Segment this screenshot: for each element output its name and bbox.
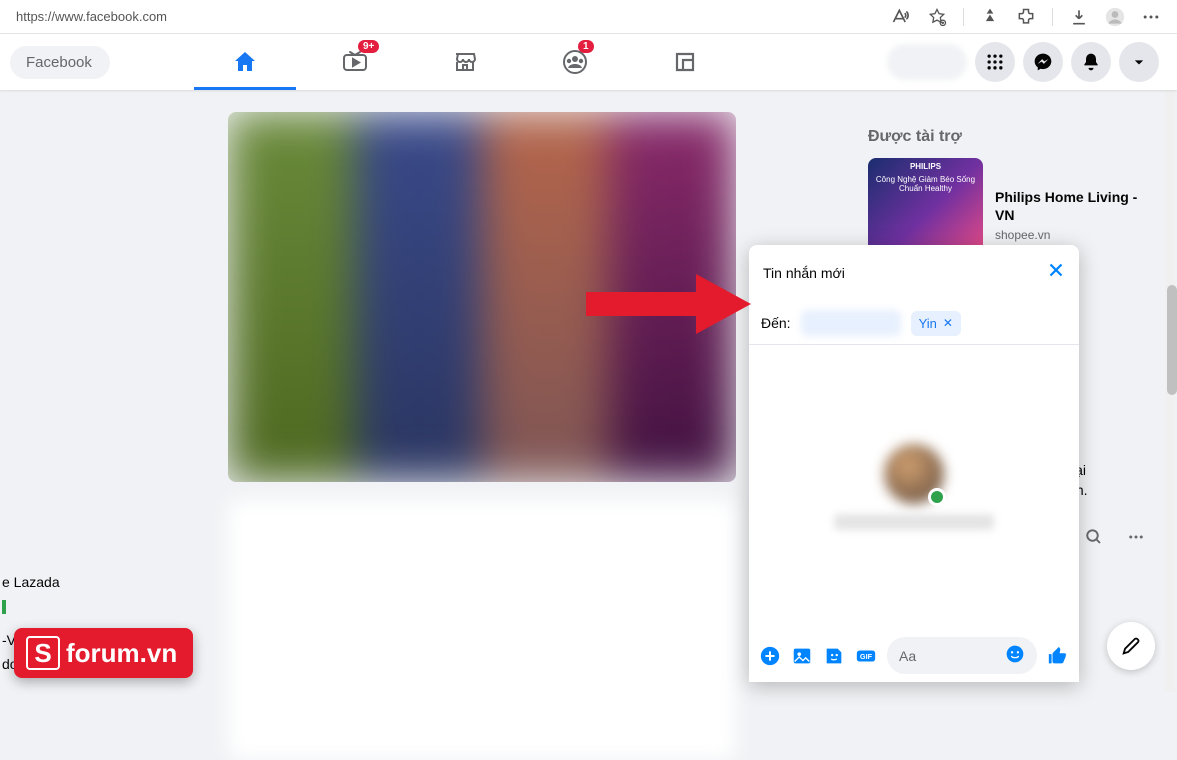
online-indicator [2, 600, 6, 614]
message-body [749, 345, 1079, 629]
new-message-popup: Tin nhắn mới Đến: Yin ✕ GIF Aa [749, 245, 1079, 682]
add-attachment-icon[interactable] [759, 645, 781, 667]
read-aloud-icon[interactable] [891, 7, 911, 27]
menu-grid-button[interactable] [975, 42, 1015, 82]
add-image-icon[interactable] [791, 645, 813, 667]
browser-address-bar: https://www.facebook.com [0, 0, 1177, 34]
recipient-row: Đến: Yin ✕ [749, 302, 1079, 345]
page-scrollbar-thumb[interactable] [1167, 285, 1177, 395]
svg-text:GIF: GIF [860, 652, 873, 661]
to-label: Đến: [761, 315, 791, 331]
sponsored-title: Được tài trợ [868, 128, 1158, 146]
favorites-icon[interactable] [927, 7, 947, 27]
side-search-icon[interactable] [1085, 528, 1103, 551]
watermark-s-icon: S [26, 636, 60, 670]
online-dot [928, 488, 946, 506]
recipient-chip-yin[interactable]: Yin ✕ [911, 311, 961, 336]
account-dropdown-button[interactable] [1119, 42, 1159, 82]
watermark-badge: S forum.vn [14, 628, 193, 678]
search-input[interactable]: Facebook [10, 46, 110, 79]
contact-name-blurred [834, 514, 994, 530]
extensions-icon[interactable] [1016, 7, 1036, 27]
thumbs-up-button[interactable] [1047, 645, 1069, 667]
add-sticker-icon[interactable] [823, 645, 845, 667]
groups-badge: 1 [578, 40, 594, 53]
sponsored-name: Philips Home Living - VN [995, 188, 1158, 224]
profile-chip[interactable] [887, 44, 967, 80]
add-gif-icon[interactable]: GIF [855, 645, 877, 667]
side-more-icon[interactable] [1127, 528, 1145, 551]
url-text[interactable]: https://www.facebook.com [8, 5, 891, 28]
nav-marketplace[interactable] [410, 34, 520, 90]
downloads-icon[interactable] [1069, 7, 1089, 27]
nav-gaming[interactable] [630, 34, 740, 90]
popup-close-button[interactable] [1045, 259, 1067, 286]
remove-recipient-icon[interactable]: ✕ [943, 316, 953, 330]
emoji-picker-icon[interactable] [1005, 644, 1025, 667]
left-link-lazada[interactable]: e Lazada [2, 570, 81, 594]
facebook-header: Facebook 9+ 1 [0, 34, 1177, 90]
nav-watch[interactable]: 9+ [300, 34, 410, 90]
extension-tree-icon[interactable] [980, 7, 1000, 27]
popup-title: Tin nhắn mới [763, 265, 1045, 281]
notifications-button[interactable] [1071, 42, 1111, 82]
more-menu-icon[interactable] [1141, 7, 1161, 27]
watch-badge: 9+ [358, 40, 379, 53]
recipient-chip-blurred[interactable] [801, 310, 901, 336]
message-input[interactable]: Aa [887, 637, 1037, 674]
profile-avatar-icon[interactable] [1105, 7, 1125, 27]
annotation-arrow [586, 264, 756, 344]
feed-post-blurred [228, 500, 736, 760]
nav-home[interactable] [190, 34, 300, 90]
sponsored-domain: shopee.vn [995, 228, 1158, 242]
new-message-fab[interactable] [1107, 622, 1155, 670]
nav-groups[interactable]: 1 [520, 34, 630, 90]
messenger-button[interactable] [1023, 42, 1063, 82]
